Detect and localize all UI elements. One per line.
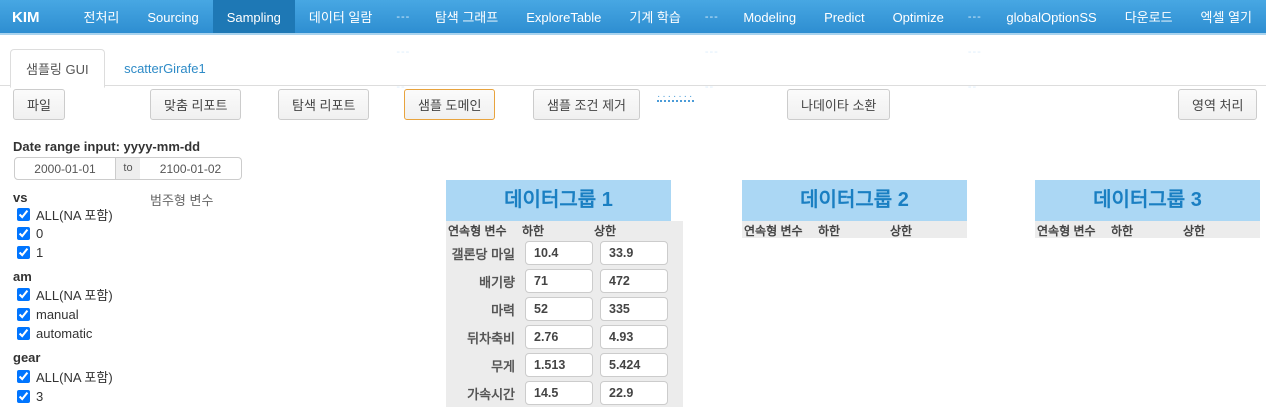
column-header-variable: 연속형 변수 [744,222,803,239]
dotted-link[interactable]: ······· [657,94,694,102]
nav-item-open-excel[interactable]: 엑셀 열기 [1187,0,1266,33]
table-row: 무게 [446,351,683,379]
row-label: 마력 [446,300,518,319]
nav-item-preprocess[interactable]: 전처리 [70,0,134,33]
column-header-lower: 하한 [522,222,544,239]
toolbar: 파일 맞춤 리포트 탐색 리포트 샘플 도메인 샘플 조건 제거 ·······… [0,86,1266,116]
nav-separator: -------- [958,0,992,33]
acceleration-upper-input[interactable] [600,381,668,405]
date-from-input[interactable] [14,157,116,180]
page: KIM 전처리 Sourcing Sampling 데이터 일람 -------… [0,0,1266,407]
table-row: 마력 [446,295,683,323]
table-row: 가속시간 [446,379,683,407]
remove-sample-condition-button[interactable]: 샘플 조건 제거 [533,89,640,120]
column-header-lower: 하한 [818,222,840,239]
acceleration-lower-input[interactable] [525,381,593,405]
checkbox[interactable] [17,370,30,383]
checkbox[interactable] [17,246,30,259]
tab-sampling-gui[interactable]: 샘플링 GUI [10,49,105,88]
horsepower-lower-input[interactable] [525,297,593,321]
column-header-variable: 연속형 변수 [448,222,507,239]
date-range-group: to [14,157,242,180]
column-header-lower: 하한 [1111,222,1133,239]
rear-axle-ratio-upper-input[interactable] [600,325,668,349]
top-navbar: KIM 전처리 Sourcing Sampling 데이터 일람 -------… [0,0,1266,35]
data-group-1-body: 갤론당 마일 배기량 마력 뒤차축비 무게 [446,238,683,407]
checkbox-am-automatic[interactable]: automatic [17,325,92,341]
data-group-3: 데이터그룹 3 연속형 변수 하한 상한 [1035,180,1260,238]
checkbox[interactable] [17,390,30,403]
row-label: 가속시간 [446,384,518,403]
row-label: 배기량 [446,272,518,291]
area-process-button[interactable]: 영역 처리 [1178,89,1257,120]
column-header-variable: 연속형 변수 [1037,222,1096,239]
displacement-upper-input[interactable] [600,269,668,293]
checkbox-gear-all[interactable]: ALL(NA 포함) [17,368,113,384]
data-group-1: 데이터그룹 1 연속형 변수 하한 상한 갤론당 마일 배기량 마력 [446,180,683,407]
data-group-2-column-headers: 연속형 변수 하한 상한 [742,221,967,238]
row-label: 무게 [446,356,518,375]
nav-item-download[interactable]: 다운로드 [1111,0,1187,33]
explore-report-button[interactable]: 탐색 리포트 [278,89,369,120]
data-group-1-title: 데이터그룹 1 [446,180,671,221]
nav-item-explore-graph[interactable]: 탐색 그래프 [421,0,512,33]
weight-upper-input[interactable] [600,353,668,377]
nav-item-data-list[interactable]: 데이터 일람 [295,0,386,33]
checkbox[interactable] [17,208,30,221]
row-label: 뒤차축비 [446,328,518,347]
filter-name-am: am [13,269,32,284]
filter-name-gear: gear [13,350,40,365]
summon-data-button[interactable]: 나데이타 소환 [787,89,890,120]
data-group-3-title: 데이터그룹 3 [1035,180,1260,221]
horsepower-upper-input[interactable] [600,297,668,321]
mpg-upper-input[interactable] [600,241,668,265]
table-row: 뒤차축비 [446,323,683,351]
nav-item-predict[interactable]: Predict [810,0,878,33]
data-group-2: 데이터그룹 2 연속형 변수 하한 상한 [742,180,967,238]
checkbox-vs-all[interactable]: ALL(NA 포함) [17,206,113,222]
checkbox-vs-0[interactable]: 0 [17,225,43,241]
table-row: 갤론당 마일 [446,239,683,267]
filter-name-vs: vs [13,190,27,205]
nav-item-explore-table[interactable]: ExploreTable [512,0,615,33]
table-row: 배기량 [446,267,683,295]
sample-domain-button[interactable]: 샘플 도메인 [404,89,495,120]
nav-item-global-option[interactable]: globalOptionSS [992,0,1110,33]
checkbox-gear-3[interactable]: 3 [17,388,43,404]
data-group-2-title: 데이터그룹 2 [742,180,967,221]
rear-axle-ratio-lower-input[interactable] [525,325,593,349]
nav-separator: -------- [695,0,729,33]
checkbox[interactable] [17,227,30,240]
nav-item-modeling[interactable]: Modeling [729,0,810,33]
data-group-3-column-headers: 연속형 변수 하한 상한 [1035,221,1260,238]
tab-scattergirafe1[interactable]: scatterGirafe1 [109,52,221,85]
column-header-upper: 상한 [890,222,912,239]
displacement-lower-input[interactable] [525,269,593,293]
mpg-lower-input[interactable] [525,241,593,265]
weight-lower-input[interactable] [525,353,593,377]
column-header-upper: 상한 [594,222,616,239]
checkbox-am-manual[interactable]: manual [17,306,79,322]
date-to-separator: to [116,157,140,180]
file-button[interactable]: 파일 [13,89,65,120]
checkbox-am-all[interactable]: ALL(NA 포함) [17,286,113,302]
checkbox-vs-1[interactable]: 1 [17,244,43,260]
checkbox[interactable] [17,327,30,340]
data-group-1-column-headers: 연속형 변수 하한 상한 [446,221,683,238]
checkbox[interactable] [17,288,30,301]
nav-item-sourcing[interactable]: Sourcing [133,0,212,33]
checkbox[interactable] [17,308,30,321]
nav-item-optimize[interactable]: Optimize [879,0,958,33]
categorical-variable-label: 범주형 변수 [150,190,213,209]
nav-item-sampling[interactable]: Sampling [213,0,295,33]
custom-report-button[interactable]: 맞춤 리포트 [150,89,241,120]
date-to-input[interactable] [140,157,242,180]
tab-bar: 샘플링 GUI scatterGirafe1 [0,48,1266,86]
nav-separator: -------- [386,0,420,33]
date-range-label: Date range input: yyyy-mm-dd [13,139,200,154]
column-header-upper: 상한 [1183,222,1205,239]
row-label: 갤론당 마일 [446,244,518,263]
brand-logo[interactable]: KIM [0,0,70,33]
nav-item-machine-learning[interactable]: 기계 학습 [615,0,694,33]
